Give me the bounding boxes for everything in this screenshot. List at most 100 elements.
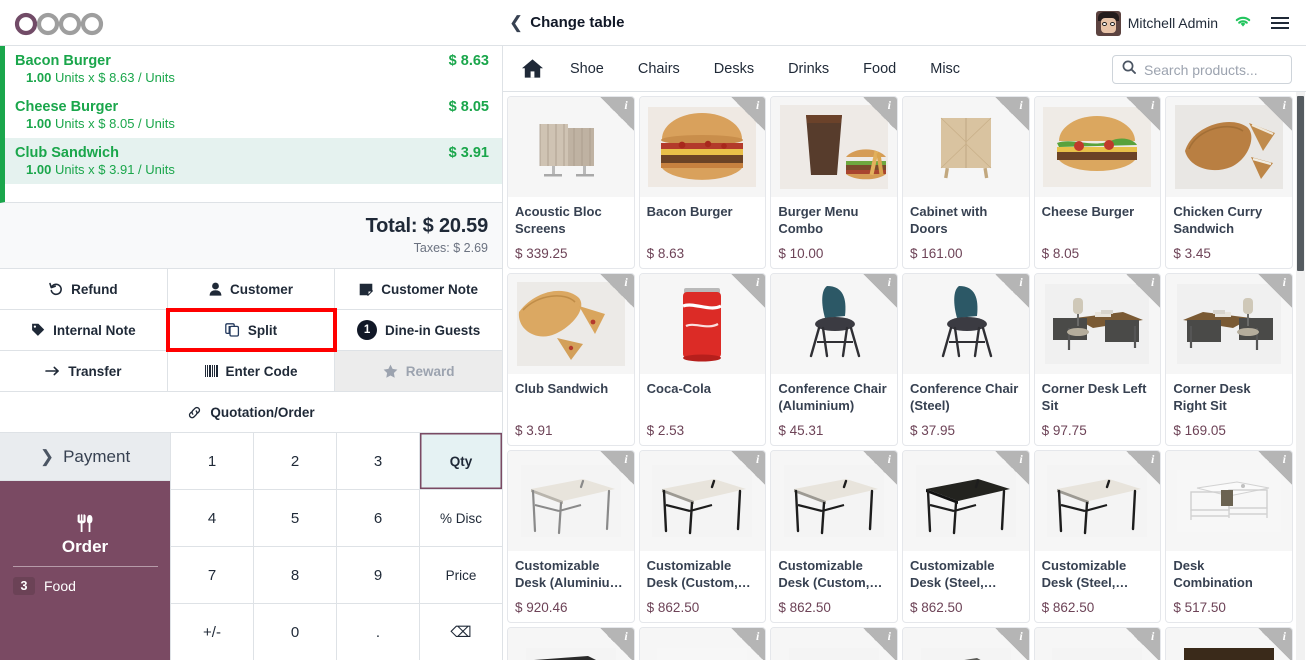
product-scrollbar-thumb[interactable] [1297,96,1304,271]
split-button[interactable]: Split [165,308,338,352]
change-table-button[interactable]: ❮ Change table [503,10,630,35]
customer-note-button[interactable]: Customer Note [335,269,503,309]
order-line[interactable]: Club Sandwich $ 3.91 1.00 Units x $ 3.91… [5,138,502,184]
reward-label: Reward [405,363,455,379]
numpad-key-backspace[interactable]: ⌫ [420,604,502,660]
internal-note-button[interactable]: Internal Note [0,310,168,350]
product-card[interactable]: i Conference Chair (Steel) $ 37.95 [901,273,1030,446]
dine-in-guests-button[interactable]: 1 Dine-in Guests [335,310,503,350]
search-box[interactable] [1112,55,1292,84]
category-tab-food[interactable]: Food [846,46,913,92]
order-line[interactable]: Bacon Burger $ 8.63 1.00 Units x $ 8.63 … [5,46,502,92]
payment-button[interactable]: ❯ Payment [0,433,170,481]
product-card[interactable]: i Bacon Burger $ 8.63 [638,96,767,269]
product-name: Acoustic Bloc Screens [515,204,602,237]
product-card[interactable]: i Burger Menu Combo $ 10.00 [770,96,898,269]
action-row-2: Internal Note Split 1 Dine-in Guests [0,308,503,352]
action-row-4: Quotation/Order [0,392,502,433]
product-card[interactable]: i [507,627,635,660]
numpad-key-7[interactable]: 7 [171,547,253,603]
numpad-key-0[interactable]: 0 [254,604,336,660]
transfer-button[interactable]: Transfer [0,351,168,391]
product-card[interactable]: i Corner Desk Right Sit $ 169.05 [1165,273,1293,446]
category-tab-shoe[interactable]: Shoe [553,46,621,92]
hamburger-menu-icon[interactable] [1268,14,1292,32]
product-name: Desk Combination [1173,558,1253,591]
category-tab-chairs[interactable]: Chairs [621,46,697,92]
chevron-right-icon: ❯ [39,446,55,466]
product-card[interactable]: i Cheese Burger $ 8.05 [1033,96,1162,269]
search-input[interactable] [1144,61,1282,78]
category-tab-drinks[interactable]: Drinks [771,46,846,92]
order-line[interactable]: Cheese Burger $ 8.05 1.00 Units x $ 8.05… [5,92,502,138]
numpad-key-plusminus[interactable]: +/- [171,604,253,660]
product-card[interactable]: i [638,627,767,660]
product-card[interactable]: i [1033,627,1162,660]
internal-note-label: Internal Note [53,322,136,338]
numpad-key-5[interactable]: 5 [254,490,336,546]
customer-button[interactable]: Customer [167,269,336,309]
numpad-key-3[interactable]: 3 [337,433,419,489]
product-name: Cabinet with Doors [909,204,988,237]
product-name: Customizable Desk (Steel,… [1041,558,1129,591]
product-card[interactable]: i Conference Chair (Aluminium) $ 45.31 [770,273,898,446]
numpad-key-8[interactable]: 8 [254,547,336,603]
product-card[interactable]: i Cabinet with Doors $ 161.00 [901,96,1030,269]
numpad-mode-qty[interactable]: Qty [420,433,502,489]
avatar [1095,10,1121,36]
wifi-icon[interactable] [1234,14,1252,32]
order-line-qty: 1.00 [26,116,52,131]
product-card[interactable]: i Customizable Desk (Aluminiu… $ 920.46 [507,450,635,623]
order-line-detail: 1.00 Units x $ 8.63 / Units [15,70,489,85]
product-scrollbar[interactable] [1296,92,1305,660]
product-card[interactable]: i Coca-Cola $ 2.53 [638,273,767,446]
home-icon[interactable] [511,58,553,79]
numpad-key-2[interactable]: 2 [254,433,336,489]
product-card[interactable]: i Customizable Desk (Custom,… $ 862.50 [638,450,767,623]
product-image: i [639,97,766,197]
order-panel-title: Order [61,537,109,556]
refund-button[interactable]: Refund [0,269,168,309]
product-card[interactable]: i Acoustic Bloc Screens $ 339.25 [507,96,635,269]
numpad-key-9[interactable]: 9 [337,547,419,603]
numpad-key-decimal[interactable]: . [337,604,419,660]
product-card[interactable]: i Corner Desk Left Sit $ 97.75 [1033,273,1162,446]
product-card[interactable]: i Club Sandwich $ 3.91 [507,273,635,446]
product-image: i [902,451,1029,551]
numpad-key-6[interactable]: 6 [337,490,419,546]
product-name: Conference Chair (Aluminium) [778,381,887,414]
product-image: i [771,628,897,660]
product-image: i [1166,274,1292,374]
product-card[interactable]: i [770,627,898,660]
product-card[interactable]: i Customizable Desk (Steel,… $ 862.50 [901,450,1030,623]
numpad-key-4[interactable]: 4 [171,490,253,546]
enter-code-button[interactable]: Enter Code [167,351,336,391]
order-line-unit-detail: Units x $ 3.91 / Units [54,162,175,177]
product-price: $ 517.50 [1173,600,1226,615]
product-card[interactable]: i Customizable Desk (Steel,… $ 862.50 [1033,450,1162,623]
product-name: Burger Menu Combo [778,204,859,237]
product-card[interactable]: i Desk Combination $ 517.50 [1165,450,1293,623]
order-lines-list: Bacon Burger $ 8.63 1.00 Units x $ 8.63 … [0,46,502,203]
numpad-mode-discount[interactable]: % Disc [420,490,502,546]
quotation-order-button[interactable]: Quotation/Order [0,392,502,432]
product-name: Corner Desk Left Sit [1041,381,1147,414]
product-card[interactable]: i Customizable Desk (Custom,… $ 862.50 [770,450,898,623]
numpad-mode-price[interactable]: Price [420,547,502,603]
tag-icon [31,323,45,337]
order-line-price: $ 8.05 [448,99,489,115]
category-tab-misc[interactable]: Misc [913,46,977,92]
reward-button[interactable]: Reward [335,351,503,391]
product-card[interactable]: i [1165,627,1293,660]
numpad-key-1[interactable]: 1 [171,433,253,489]
product-image: i [1034,628,1161,660]
product-price: $ 339.25 [515,246,568,261]
info-icon[interactable]: i [731,274,766,308]
product-card[interactable]: i Chicken Curry Sandwich $ 3.45 [1165,96,1293,269]
product-name: Customizable Desk (Custom,… [646,558,751,591]
product-name: Conference Chair (Steel) [909,381,1019,414]
user-menu-button[interactable]: Mitchell Admin [1095,10,1218,36]
product-price: $ 97.75 [1041,423,1087,438]
product-card[interactable]: i [901,627,1030,660]
category-tab-desks[interactable]: Desks [697,46,771,92]
